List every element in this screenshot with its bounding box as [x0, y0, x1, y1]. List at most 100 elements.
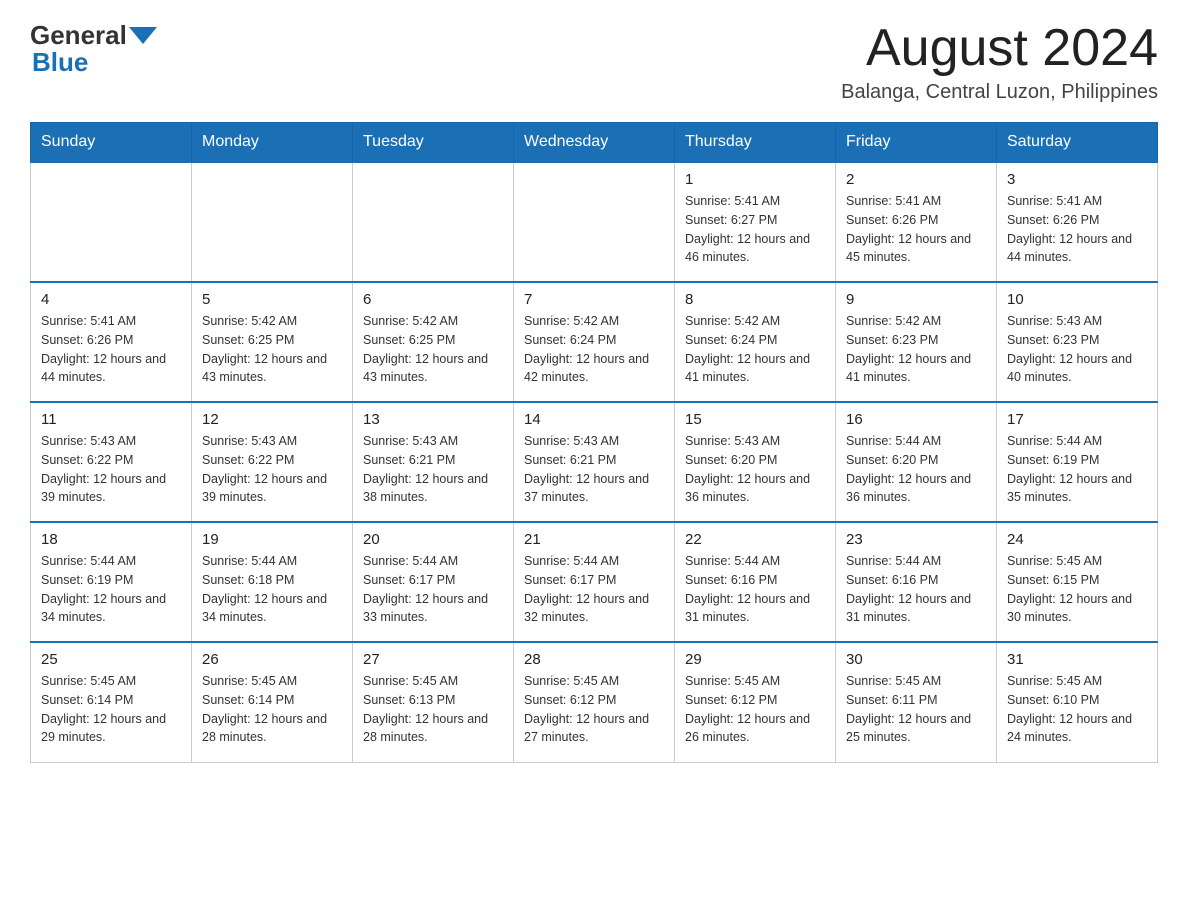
logo: General Blue	[30, 20, 157, 78]
weekday-header: Thursday	[675, 123, 836, 163]
calendar-week-row: 25 Sunrise: 5:45 AM Sunset: 6:14 PM Dayli…	[31, 642, 1158, 762]
calendar-day: 6 Sunrise: 5:42 AM Sunset: 6:25 PM Daylig…	[353, 282, 514, 402]
day-info: Sunrise: 5:44 AM Sunset: 6:18 PM Dayligh…	[202, 552, 342, 627]
day-info: Sunrise: 5:41 AM Sunset: 6:27 PM Dayligh…	[685, 192, 825, 267]
calendar-header-row: SundayMondayTuesdayWednesdayThursdayFrid…	[31, 123, 1158, 163]
day-number: 12	[202, 411, 342, 428]
day-number: 30	[846, 651, 986, 668]
day-number: 23	[846, 531, 986, 548]
day-number: 18	[41, 531, 181, 548]
day-number: 24	[1007, 531, 1147, 548]
weekday-header: Friday	[836, 123, 997, 163]
day-info: Sunrise: 5:43 AM Sunset: 6:22 PM Dayligh…	[41, 432, 181, 507]
day-info: Sunrise: 5:45 AM Sunset: 6:12 PM Dayligh…	[685, 672, 825, 747]
day-info: Sunrise: 5:44 AM Sunset: 6:17 PM Dayligh…	[524, 552, 664, 627]
day-number: 17	[1007, 411, 1147, 428]
weekday-header: Wednesday	[514, 123, 675, 163]
page-header: General Blue August 2024 Balanga, Centra…	[30, 20, 1158, 104]
day-info: Sunrise: 5:45 AM Sunset: 6:15 PM Dayligh…	[1007, 552, 1147, 627]
day-number: 1	[685, 171, 825, 188]
day-info: Sunrise: 5:41 AM Sunset: 6:26 PM Dayligh…	[1007, 192, 1147, 267]
calendar-day: 14Sunrise: 5:43 AM Sunset: 6:21 PM Dayli…	[514, 402, 675, 522]
day-number: 31	[1007, 651, 1147, 668]
day-info: Sunrise: 5:43 AM Sunset: 6:23 PM Dayligh…	[1007, 312, 1147, 387]
day-number: 27	[363, 651, 503, 668]
day-number: 25	[41, 651, 181, 668]
calendar-day: 12 Sunrise: 5:43 AM Sunset: 6:22 PM Dayli…	[192, 402, 353, 522]
day-info: Sunrise: 5:45 AM Sunset: 6:12 PM Dayligh…	[524, 672, 664, 747]
day-info: Sunrise: 5:45 AM Sunset: 6:14 PM Dayligh…	[202, 672, 342, 747]
day-info: Sunrise: 5:43 AM Sunset: 6:21 PM Dayligh…	[363, 432, 503, 507]
calendar-day: 25 Sunrise: 5:45 AM Sunset: 6:14 PM Dayli…	[31, 642, 192, 762]
calendar-week-row: 11 Sunrise: 5:43 AM Sunset: 6:22 PM Dayli…	[31, 402, 1158, 522]
day-info: Sunrise: 5:44 AM Sunset: 6:17 PM Dayligh…	[363, 552, 503, 627]
day-info: Sunrise: 5:42 AM Sunset: 6:23 PM Dayligh…	[846, 312, 986, 387]
day-number: 3	[1007, 171, 1147, 188]
day-info: Sunrise: 5:42 AM Sunset: 6:24 PM Dayligh…	[685, 312, 825, 387]
day-info: Sunrise: 5:45 AM Sunset: 6:11 PM Dayligh…	[846, 672, 986, 747]
calendar-day: 28 Sunrise: 5:45 AM Sunset: 6:12 PM Dayli…	[514, 642, 675, 762]
day-number: 5	[202, 291, 342, 308]
day-number: 26	[202, 651, 342, 668]
day-info: Sunrise: 5:42 AM Sunset: 6:25 PM Dayligh…	[363, 312, 503, 387]
calendar-day: 31 Sunrise: 5:45 AM Sunset: 6:10 PM Dayli…	[997, 642, 1158, 762]
calendar-day: 22Sunrise: 5:44 AM Sunset: 6:16 PM Dayli…	[675, 522, 836, 642]
calendar-day: 18 Sunrise: 5:44 AM Sunset: 6:19 PM Dayli…	[31, 522, 192, 642]
calendar-day: 9 Sunrise: 5:42 AM Sunset: 6:23 PM Daylig…	[836, 282, 997, 402]
calendar-empty-day	[31, 162, 192, 282]
day-number: 11	[41, 411, 181, 428]
calendar-day: 17 Sunrise: 5:44 AM Sunset: 6:19 PM Dayli…	[997, 402, 1158, 522]
day-info: Sunrise: 5:45 AM Sunset: 6:14 PM Dayligh…	[41, 672, 181, 747]
calendar-day: 10 Sunrise: 5:43 AM Sunset: 6:23 PM Dayli…	[997, 282, 1158, 402]
day-number: 10	[1007, 291, 1147, 308]
month-year-title: August 2024	[841, 20, 1158, 77]
day-info: Sunrise: 5:44 AM Sunset: 6:19 PM Dayligh…	[1007, 432, 1147, 507]
calendar-day: 4 Sunrise: 5:41 AM Sunset: 6:26 PM Daylig…	[31, 282, 192, 402]
day-info: Sunrise: 5:42 AM Sunset: 6:25 PM Dayligh…	[202, 312, 342, 387]
calendar-empty-day	[192, 162, 353, 282]
day-number: 22	[685, 531, 825, 548]
weekday-header: Monday	[192, 123, 353, 163]
calendar-week-row: 1 Sunrise: 5:41 AM Sunset: 6:27 PM Daylig…	[31, 162, 1158, 282]
day-info: Sunrise: 5:44 AM Sunset: 6:16 PM Dayligh…	[846, 552, 986, 627]
day-info: Sunrise: 5:41 AM Sunset: 6:26 PM Dayligh…	[846, 192, 986, 267]
calendar-day: 5 Sunrise: 5:42 AM Sunset: 6:25 PM Daylig…	[192, 282, 353, 402]
logo-icon	[129, 22, 157, 50]
day-info: Sunrise: 5:43 AM Sunset: 6:20 PM Dayligh…	[685, 432, 825, 507]
weekday-header: Sunday	[31, 123, 192, 163]
day-number: 21	[524, 531, 664, 548]
calendar-empty-day	[514, 162, 675, 282]
calendar-day: 13Sunrise: 5:43 AM Sunset: 6:21 PM Dayli…	[353, 402, 514, 522]
day-info: Sunrise: 5:41 AM Sunset: 6:26 PM Dayligh…	[41, 312, 181, 387]
day-number: 2	[846, 171, 986, 188]
calendar-day: 11 Sunrise: 5:43 AM Sunset: 6:22 PM Dayli…	[31, 402, 192, 522]
calendar-day: 15 Sunrise: 5:43 AM Sunset: 6:20 PM Dayli…	[675, 402, 836, 522]
day-number: 20	[363, 531, 503, 548]
day-number: 6	[363, 291, 503, 308]
day-number: 28	[524, 651, 664, 668]
day-number: 9	[846, 291, 986, 308]
day-info: Sunrise: 5:42 AM Sunset: 6:24 PM Dayligh…	[524, 312, 664, 387]
day-info: Sunrise: 5:45 AM Sunset: 6:10 PM Dayligh…	[1007, 672, 1147, 747]
calendar-day: 20 Sunrise: 5:44 AM Sunset: 6:17 PM Dayli…	[353, 522, 514, 642]
day-number: 4	[41, 291, 181, 308]
calendar-day: 8Sunrise: 5:42 AM Sunset: 6:24 PM Daylig…	[675, 282, 836, 402]
calendar-day: 30 Sunrise: 5:45 AM Sunset: 6:11 PM Dayli…	[836, 642, 997, 762]
day-info: Sunrise: 5:45 AM Sunset: 6:13 PM Dayligh…	[363, 672, 503, 747]
weekday-header: Tuesday	[353, 123, 514, 163]
day-number: 16	[846, 411, 986, 428]
calendar-empty-day	[353, 162, 514, 282]
day-number: 19	[202, 531, 342, 548]
calendar-day: 7Sunrise: 5:42 AM Sunset: 6:24 PM Daylig…	[514, 282, 675, 402]
calendar-week-row: 18 Sunrise: 5:44 AM Sunset: 6:19 PM Dayli…	[31, 522, 1158, 642]
calendar-day: 23 Sunrise: 5:44 AM Sunset: 6:16 PM Dayli…	[836, 522, 997, 642]
calendar-day: 24 Sunrise: 5:45 AM Sunset: 6:15 PM Dayli…	[997, 522, 1158, 642]
calendar-day: 16Sunrise: 5:44 AM Sunset: 6:20 PM Dayli…	[836, 402, 997, 522]
day-info: Sunrise: 5:44 AM Sunset: 6:19 PM Dayligh…	[41, 552, 181, 627]
day-number: 15	[685, 411, 825, 428]
day-info: Sunrise: 5:43 AM Sunset: 6:22 PM Dayligh…	[202, 432, 342, 507]
calendar-day: 1 Sunrise: 5:41 AM Sunset: 6:27 PM Daylig…	[675, 162, 836, 282]
calendar-day: 3 Sunrise: 5:41 AM Sunset: 6:26 PM Daylig…	[997, 162, 1158, 282]
day-number: 14	[524, 411, 664, 428]
weekday-header: Saturday	[997, 123, 1158, 163]
